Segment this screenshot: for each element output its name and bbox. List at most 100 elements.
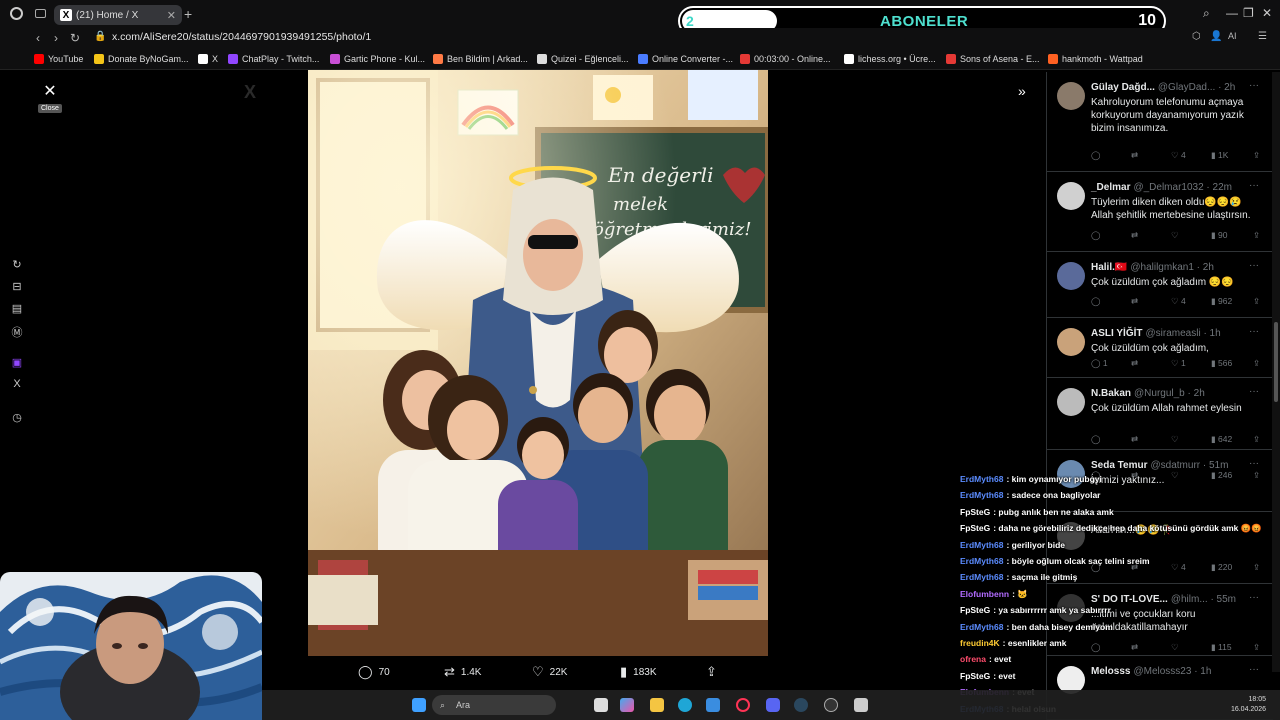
bookmark-item[interactable]: Quizei - Eğlenceli...: [537, 54, 629, 64]
reply-share-button[interactable]: ⇪: [1253, 296, 1260, 307]
reply-like-button[interactable]: ♡: [1171, 230, 1179, 241]
reply-repost-button[interactable]: ⇄: [1131, 642, 1138, 653]
reply-like-button[interactable]: ♡: [1171, 470, 1179, 481]
bookmark-item[interactable]: Sons of Asena - E...: [946, 54, 1040, 64]
more-options-icon[interactable]: ···: [1249, 260, 1259, 271]
more-options-icon[interactable]: ···: [1249, 664, 1259, 675]
browser-menu-icon[interactable]: [10, 7, 23, 20]
avatar[interactable]: [1057, 328, 1085, 356]
reply-share-button[interactable]: ⇪: [1253, 470, 1260, 481]
avatar[interactable]: [1057, 262, 1085, 290]
copilot-icon[interactable]: [620, 698, 634, 712]
reply-comment-button[interactable]: ◯ 1: [1091, 358, 1108, 369]
tab-close-icon[interactable]: ✕: [167, 9, 176, 22]
more-options-icon[interactable]: ···: [1249, 458, 1259, 469]
reply-views-button[interactable]: ▮ 642: [1211, 434, 1232, 445]
reply-author[interactable]: ASLI YİĞİT @sirameasli · 1h: [1091, 328, 1221, 339]
more-options-icon[interactable]: ···: [1249, 180, 1259, 191]
more-options-icon[interactable]: ···: [1249, 592, 1259, 603]
bookmark-item[interactable]: Donate ByNoGam...: [94, 54, 189, 64]
bookmark-item[interactable]: ChatPlay - Twitch...: [228, 54, 319, 64]
views-action[interactable]: ▮ 183K: [620, 664, 657, 680]
bag-icon[interactable]: ⊟: [10, 280, 24, 294]
reply-author[interactable]: _Delmar @_Delmar1032 · 22m: [1091, 182, 1232, 193]
twitch-icon[interactable]: ▣: [10, 356, 24, 370]
share-action[interactable]: ⇪: [706, 664, 723, 680]
post-photo[interactable]: En değerli melek öğretmenlerimiz!: [308, 70, 768, 656]
reply-repost-button[interactable]: ⇄: [1131, 470, 1138, 481]
tab-actions-icon[interactable]: [35, 9, 46, 18]
close-viewer-button[interactable]: ✕: [40, 82, 60, 102]
extensions-icon[interactable]: ⬡: [1192, 31, 1201, 42]
edge-icon[interactable]: [678, 698, 692, 712]
obs-icon[interactable]: [824, 698, 838, 712]
clock-icon[interactable]: ◷: [10, 411, 24, 425]
reply-views-button[interactable]: ▮ 90: [1211, 230, 1228, 241]
reply-share-button[interactable]: ⇪: [1253, 230, 1260, 241]
bookmark-item[interactable]: YouTube: [34, 54, 83, 64]
reply-views-button[interactable]: ▮ 115: [1211, 642, 1232, 653]
store-icon[interactable]: [706, 698, 720, 712]
avatar[interactable]: [1057, 82, 1085, 110]
bookmark-item[interactable]: hankmoth - Wattpad: [1048, 54, 1143, 64]
reply-like-button[interactable]: ♡: [1171, 642, 1179, 653]
like-action[interactable]: ♡ 22K: [532, 664, 567, 680]
reply-like-button[interactable]: ♡ 4: [1171, 562, 1186, 573]
reply-repost-button[interactable]: ⇄: [1131, 150, 1138, 161]
start-icon[interactable]: [412, 698, 426, 712]
repost-action[interactable]: ⇄ 1.4K: [444, 664, 481, 680]
minimize-icon[interactable]: —: [1226, 6, 1238, 20]
reply-repost-button[interactable]: ⇄: [1131, 434, 1138, 445]
more-options-icon[interactable]: ···: [1249, 386, 1259, 397]
reply-views-button[interactable]: ▮ 246: [1211, 470, 1232, 481]
task-view-icon[interactable]: [594, 698, 608, 712]
reply-repost-button[interactable]: ⇄: [1131, 296, 1138, 307]
forward-icon[interactable]: ›: [54, 31, 58, 45]
app-icon[interactable]: [854, 698, 868, 712]
reply-like-button[interactable]: ♡ 1: [1171, 358, 1186, 369]
more-options-icon[interactable]: ···: [1249, 326, 1259, 337]
taskbar-clock[interactable]: 18:05 16.04.2026: [1231, 695, 1266, 715]
reply-share-button[interactable]: ⇪: [1253, 358, 1260, 369]
bookmark-item[interactable]: 00:03:00 - Online...: [740, 54, 831, 64]
m-app-icon[interactable]: Ⓜ: [10, 324, 24, 339]
reply-views-button[interactable]: ▮ 566: [1211, 358, 1232, 369]
bookmark-item[interactable]: Ben Bildim | Arkad...: [433, 54, 528, 64]
reply-comment-button[interactable]: ◯: [1091, 642, 1101, 653]
reply-comment-button[interactable]: ◯: [1091, 434, 1101, 445]
reply-share-button[interactable]: ⇪: [1253, 642, 1260, 653]
reply-item[interactable]: Gülay Dağd... @GlayDad... · 2h ··· Kahroluy…: [1047, 72, 1273, 172]
ai-icon[interactable]: AI: [1228, 31, 1237, 41]
bookmark-item[interactable]: Online Converter -...: [638, 54, 733, 64]
file-explorer-icon[interactable]: [650, 698, 664, 712]
taskbar-search-input[interactable]: ⌕ Ara: [432, 695, 556, 715]
reply-views-button[interactable]: ▮ 220: [1211, 562, 1232, 573]
reload-icon[interactable]: ↻: [70, 31, 80, 45]
history-icon[interactable]: ↻: [10, 258, 24, 272]
reply-share-button[interactable]: ⇪: [1253, 434, 1260, 445]
reply-like-button[interactable]: ♡ 4: [1171, 150, 1186, 161]
discord-icon[interactable]: [766, 698, 780, 712]
wallet-icon[interactable]: ▤: [10, 302, 24, 316]
bookmark-item[interactable]: lichess.org • Ücre...: [844, 54, 936, 64]
maximize-icon[interactable]: ❐: [1243, 6, 1254, 20]
reply-author[interactable]: Halil.🇹🇷 @halilgmkan1 · 2h: [1091, 262, 1214, 273]
profile-icon[interactable]: 👤: [1210, 31, 1222, 42]
reply-item[interactable]: S' DO IT-LOVE... @hilm... · 55m ··· ...itim…: [1047, 584, 1273, 656]
window-close-icon[interactable]: ✕: [1262, 6, 1272, 20]
reply-share-button[interactable]: ⇪: [1253, 562, 1260, 573]
reply-repost-button[interactable]: ⇄: [1131, 358, 1138, 369]
opera-icon[interactable]: [736, 698, 750, 712]
reply-author[interactable]: Seda Temur @sdatmurr · 51m: [1091, 460, 1228, 471]
menu-icon[interactable]: ☰: [1258, 31, 1267, 42]
search-icon[interactable]: ⌕: [1203, 6, 1210, 21]
reply-item[interactable]: ASLI YİĞİT @sirameasli · 1h ··· Çok üzüldüm…: [1047, 318, 1273, 378]
reply-item[interactable]: _Delmar @_Delmar1032 · 22m ··· Tüylerim dik…: [1047, 172, 1273, 252]
steam-icon[interactable]: [794, 698, 808, 712]
avatar[interactable]: [1057, 388, 1085, 416]
reply-author[interactable]: N.Bakan @Nurgul_b · 2h: [1091, 388, 1205, 399]
back-icon[interactable]: ‹: [36, 31, 40, 45]
bookmark-item[interactable]: X: [198, 54, 218, 64]
new-tab-button[interactable]: +: [184, 6, 192, 22]
reply-share-button[interactable]: ⇪: [1253, 150, 1260, 161]
